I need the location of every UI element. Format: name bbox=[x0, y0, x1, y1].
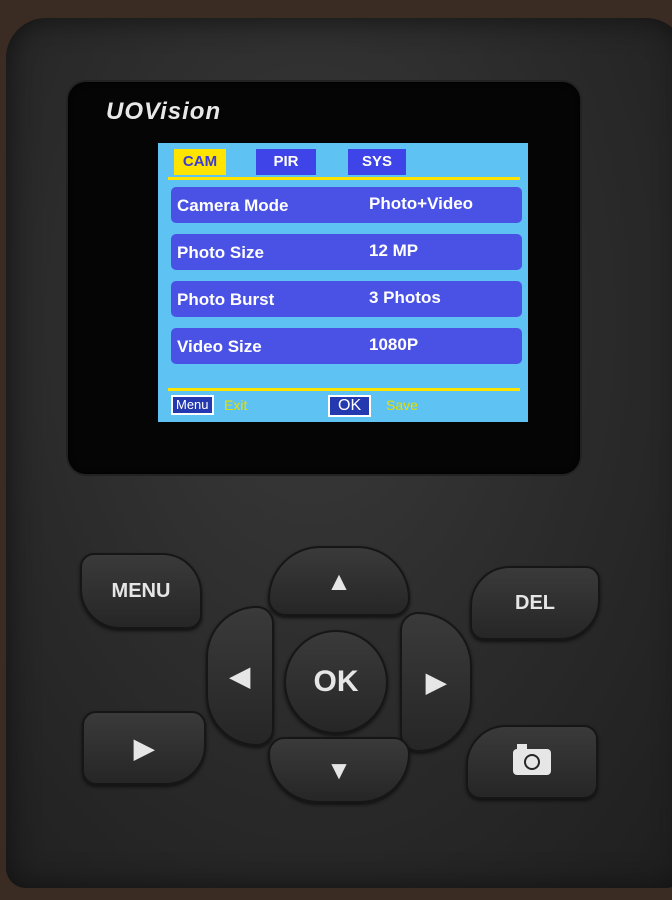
camera-button[interactable] bbox=[466, 725, 598, 799]
lcd-screen: CAM PIR SYS Camera Mode Photo+Video Phot… bbox=[158, 143, 528, 422]
tab-sys[interactable]: SYS bbox=[348, 149, 406, 175]
setting-label: Photo Size bbox=[177, 243, 264, 262]
setting-value: 3 Photos bbox=[369, 288, 441, 307]
setting-row-camera-mode[interactable]: Camera Mode Photo+Video bbox=[171, 187, 522, 223]
menu-key-label: Menu bbox=[171, 395, 214, 415]
right-arrow-icon: ▶ bbox=[426, 666, 446, 697]
setting-value: Photo+Video bbox=[369, 194, 474, 213]
camera-icon bbox=[513, 744, 551, 775]
screen-footer: Menu Exit OK Save bbox=[168, 395, 518, 417]
screen-bezel: UOVision CAM PIR SYS Camera Mode Photo+V… bbox=[68, 82, 580, 474]
setting-row-video-size[interactable]: Video Size 1080P bbox=[171, 328, 522, 364]
setting-row-photo-size[interactable]: Photo Size 12 MP bbox=[171, 234, 522, 270]
left-arrow-button[interactable]: ◀ bbox=[206, 606, 274, 746]
settings-tabs: CAM PIR SYS bbox=[168, 149, 518, 175]
down-arrow-icon: ▼ bbox=[326, 754, 352, 785]
setting-value: 12 MP bbox=[369, 241, 419, 260]
up-arrow-icon: ▲ bbox=[326, 565, 352, 596]
play-icon: ▶ bbox=[134, 732, 154, 763]
down-arrow-button[interactable]: ▼ bbox=[268, 737, 410, 803]
delete-button[interactable]: DEL bbox=[470, 566, 600, 640]
setting-label: Camera Mode bbox=[177, 196, 289, 215]
ok-hint: Save bbox=[386, 397, 418, 413]
setting-row-photo-burst[interactable]: Photo Burst 3 Photos bbox=[171, 281, 522, 317]
ok-key-label: OK bbox=[328, 395, 372, 417]
brand-logo: UOVision bbox=[106, 98, 222, 125]
menu-button[interactable]: MENU bbox=[80, 553, 202, 629]
tab-cam[interactable]: CAM bbox=[174, 149, 226, 175]
setting-label: Video Size bbox=[177, 337, 262, 356]
menu-hint: Exit bbox=[224, 397, 248, 413]
ok-button[interactable]: OK bbox=[284, 630, 388, 734]
playback-button[interactable]: ▶ bbox=[82, 711, 206, 785]
tab-divider bbox=[168, 177, 520, 180]
up-arrow-button[interactable]: ▲ bbox=[268, 546, 410, 616]
footer-divider bbox=[168, 388, 520, 391]
left-arrow-icon: ◀ bbox=[230, 660, 250, 691]
setting-label: Photo Burst bbox=[177, 290, 275, 309]
tab-pir[interactable]: PIR bbox=[256, 149, 316, 175]
setting-value: 1080P bbox=[369, 335, 419, 354]
